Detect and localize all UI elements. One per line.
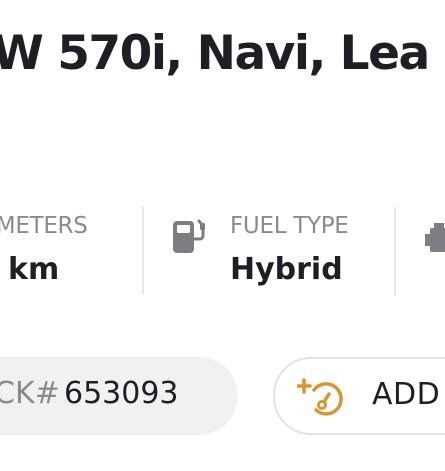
spec-divider — [142, 207, 144, 295]
vehicle-listing: W 570i, Navi, Lea OMETERS km FUEL TYPE H… — [0, 0, 445, 471]
add-to-compare-button[interactable]: ADD — [273, 357, 445, 435]
odometer-spec: OMETERS km — [0, 215, 88, 285]
fuel-type-spec: FUEL TYPE Hybrid — [230, 215, 349, 285]
stock-number-badge: CK# 653093 — [0, 357, 238, 435]
vehicle-title: W 570i, Navi, Lea — [0, 26, 430, 81]
odometer-value: km — [8, 252, 60, 287]
fuel-type-label: FUEL TYPE — [230, 213, 349, 239]
add-button-label: ADD — [372, 377, 441, 412]
fuel-type-value: Hybrid — [230, 252, 343, 287]
engine-icon — [425, 222, 445, 260]
spec-divider — [394, 207, 396, 295]
fuel-pump-icon — [170, 215, 210, 259]
odometer-label: OMETERS — [0, 213, 88, 239]
stock-label: CK# — [0, 376, 60, 411]
stock-number: 653093 — [64, 376, 179, 411]
add-speedometer-icon — [296, 376, 349, 420]
